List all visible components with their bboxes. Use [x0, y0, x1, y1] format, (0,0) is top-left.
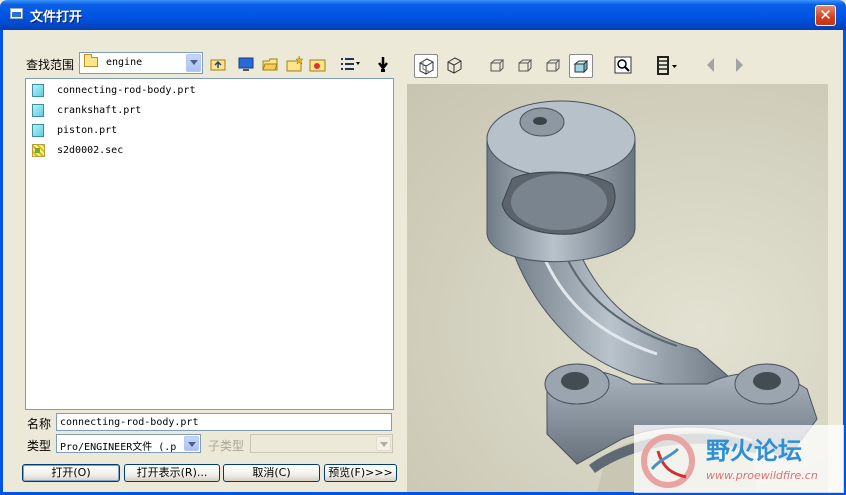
- list-item[interactable]: s2d0002.sec: [29, 142, 329, 160]
- open-folder-icon[interactable]: [262, 55, 280, 73]
- cancel-button[interactable]: 取消(C): [223, 464, 320, 482]
- lookin-value: engine: [106, 57, 143, 68]
- part-icon: [32, 124, 44, 137]
- preview-toggle-button[interactable]: 预览(F)>>>: [324, 464, 397, 482]
- previous-arrow-icon: [700, 54, 724, 78]
- forum-logo-icon: [641, 434, 695, 488]
- subtype-label: 子类型: [208, 439, 245, 453]
- watermark: 野火论坛 www.proewildfire.cn: [634, 425, 844, 493]
- watermark-url: www.proewildfire.cn: [706, 469, 818, 482]
- orient-side-icon[interactable]: [542, 54, 566, 78]
- name-input[interactable]: connecting-rod-body.prt: [56, 413, 392, 431]
- hidden-line-view-icon[interactable]: [443, 54, 467, 78]
- type-label: 类型: [27, 439, 52, 453]
- zoom-icon[interactable]: [612, 54, 636, 78]
- name-input-value: connecting-rod-body.prt: [60, 417, 199, 428]
- file-name: connecting-rod-body.prt: [57, 85, 196, 96]
- desktop-icon[interactable]: [237, 55, 255, 73]
- title-bar[interactable]: 文件打开 ✕: [0, 0, 846, 30]
- window-title: 文件打开: [30, 10, 83, 25]
- tools-icon[interactable]: [374, 55, 392, 73]
- up-folder-icon[interactable]: [209, 55, 227, 73]
- open-rep-button[interactable]: 打开表示(R)...: [124, 464, 220, 482]
- favorite-folder-icon[interactable]: [309, 55, 327, 73]
- lookin-combo[interactable]: engine: [79, 52, 203, 74]
- orient-front-icon[interactable]: [486, 54, 510, 78]
- folder-icon: [84, 54, 98, 67]
- name-label: 名称: [27, 417, 52, 431]
- part-icon: [32, 84, 44, 97]
- orient-top-icon[interactable]: [514, 54, 538, 78]
- file-name: s2d0002.sec: [57, 145, 124, 156]
- list-item[interactable]: piston.prt: [29, 122, 329, 140]
- film-strip-icon[interactable]: [654, 54, 682, 78]
- view-menu-icon[interactable]: [339, 55, 363, 73]
- part-icon: [32, 104, 44, 117]
- chevron-down-icon: [376, 436, 391, 451]
- list-item[interactable]: connecting-rod-body.prt: [29, 82, 329, 100]
- section-icon: [32, 144, 45, 157]
- next-arrow-icon: [728, 54, 752, 78]
- close-button[interactable]: ✕: [815, 5, 836, 26]
- chevron-down-icon[interactable]: [184, 436, 199, 451]
- chevron-down-icon[interactable]: [186, 54, 201, 72]
- watermark-brand: 野火论坛: [706, 437, 802, 465]
- list-item[interactable]: crankshaft.prt: [29, 102, 329, 120]
- window-icon: [10, 8, 23, 19]
- file-name: crankshaft.prt: [57, 105, 142, 116]
- open-button[interactable]: 打开(O): [22, 464, 120, 482]
- type-combo[interactable]: Pro/ENGINEER文件 (.p: [56, 434, 201, 453]
- file-list[interactable]: connecting-rod-body.prt crankshaft.prt p…: [25, 78, 394, 410]
- shaded-view-icon[interactable]: [569, 54, 593, 78]
- new-folder-icon[interactable]: [286, 55, 304, 73]
- subtype-combo: [250, 434, 393, 453]
- lookin-label: 查找范围: [26, 58, 75, 72]
- type-value: Pro/ENGINEER文件 (.p: [60, 442, 177, 453]
- wireframe-view-icon[interactable]: [414, 54, 438, 78]
- file-name: piston.prt: [57, 125, 118, 136]
